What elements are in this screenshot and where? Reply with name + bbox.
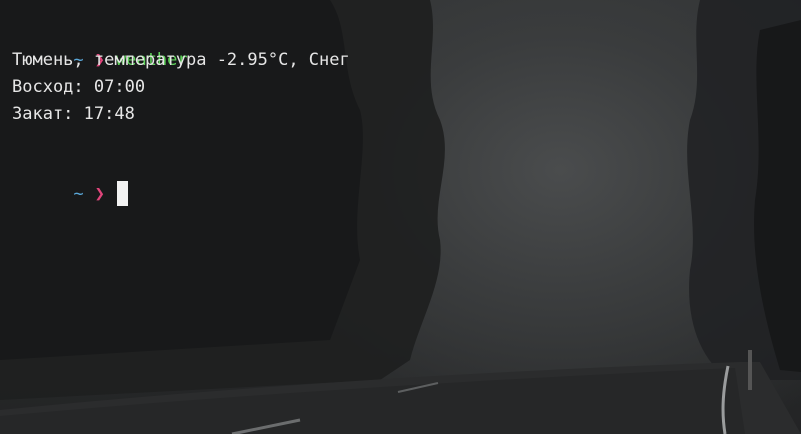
output-line-weather: Тюмень, температура -2.95°C, Снег <box>12 50 350 70</box>
command-line: ~ ❯ weather <box>12 20 789 70</box>
output-line-sunrise: Восход: 07:00 <box>12 77 146 97</box>
output-line-sunset: Закат: 17:48 <box>12 104 135 124</box>
prompt-tilde: ~ <box>73 184 84 204</box>
active-prompt-line[interactable]: ~ ❯ <box>12 154 789 206</box>
terminal-window[interactable]: ~ ❯ weather Тюмень, температура -2.95°C, С… <box>0 0 801 434</box>
terminal-output-area: ~ ❯ weather Тюмень, температура -2.95°C, С… <box>12 20 789 206</box>
prompt-chevron-icon: ❯ <box>94 184 105 204</box>
text-cursor[interactable] <box>116 180 128 206</box>
